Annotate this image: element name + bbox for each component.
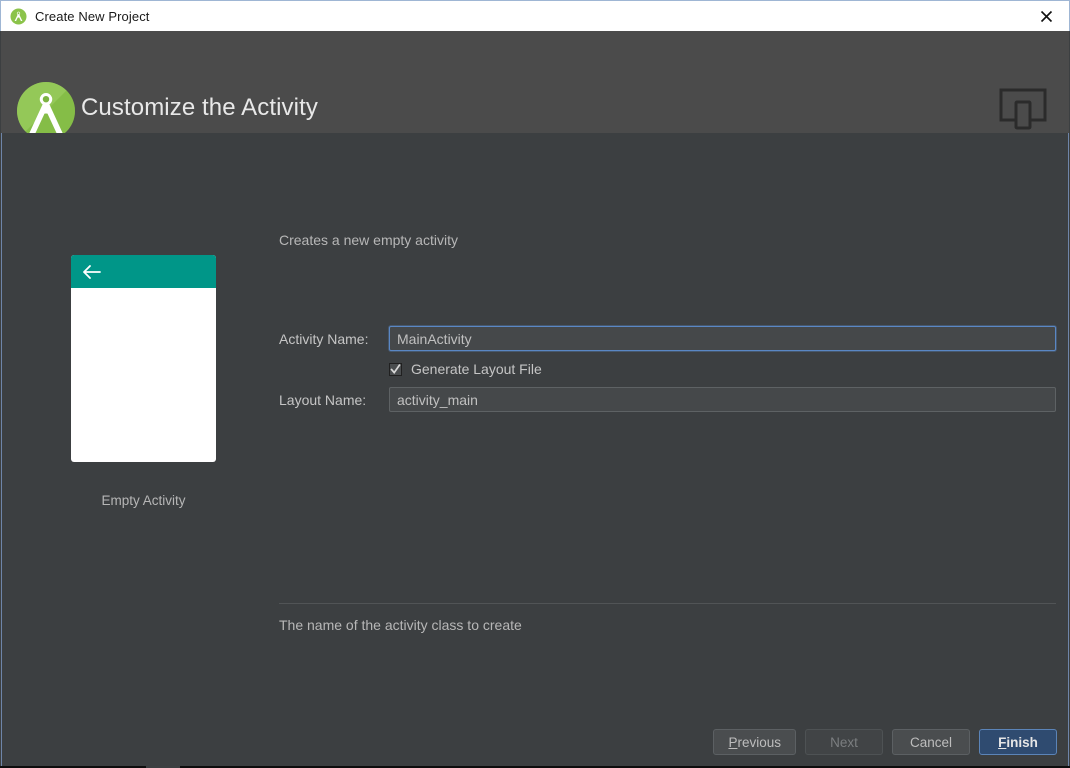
form-description: Creates a new empty activity — [279, 232, 458, 248]
previous-button[interactable]: Previous — [713, 729, 796, 755]
close-icon — [1040, 10, 1052, 22]
activity-name-label: Activity Name: — [279, 330, 369, 347]
checkbox-checked-icon[interactable] — [389, 362, 402, 376]
activity-template-preview[interactable]: Empty Activity — [71, 255, 216, 508]
form-help-text: The name of the activity class to create — [279, 617, 522, 633]
header-title: Customize the Activity — [81, 94, 318, 121]
dialog-body: Empty Activity Creates a new empty activ… — [1, 133, 1069, 766]
form-separator — [279, 603, 1056, 604]
back-arrow-icon — [83, 264, 101, 279]
generate-layout-label: Generate Layout File — [411, 361, 542, 377]
titlebar: Create New Project — [0, 0, 1070, 31]
activity-name-row: Activity Name: MainActivity — [279, 326, 1056, 351]
device-preview-icon — [999, 86, 1047, 130]
android-studio-logo — [16, 81, 76, 141]
close-button[interactable] — [1023, 1, 1069, 31]
layout-name-row: Layout Name: activity_main — [279, 387, 1056, 412]
dialog-button-bar: Previous Next Cancel Finish — [713, 729, 1057, 755]
preview-appbar — [71, 255, 216, 288]
next-button[interactable]: Next — [805, 729, 883, 755]
generate-layout-checkbox-row[interactable]: Generate Layout File — [389, 361, 542, 377]
cancel-button[interactable]: Cancel — [892, 729, 970, 755]
layout-name-input[interactable]: activity_main — [389, 387, 1056, 412]
preview-label: Empty Activity — [101, 493, 186, 508]
preview-card — [71, 255, 216, 462]
finish-button[interactable]: Finish — [979, 729, 1057, 755]
create-new-project-dialog: Create New Project Customize the Activit… — [0, 0, 1070, 768]
dialog-header: Customize the Activity — [1, 31, 1069, 140]
layout-name-label: Layout Name: — [279, 391, 367, 408]
android-studio-icon — [10, 8, 27, 25]
titlebar-title: Create New Project — [35, 8, 150, 24]
activity-name-input[interactable]: MainActivity — [389, 326, 1056, 351]
